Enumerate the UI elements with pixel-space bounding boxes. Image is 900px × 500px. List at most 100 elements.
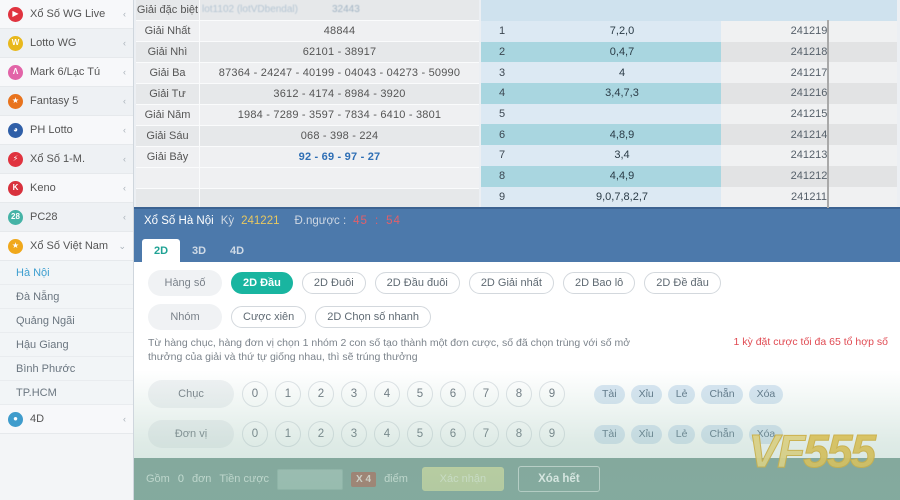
rules-description: Từ hàng chục, hàng đơn vị chọn 1 nhóm 2 …	[148, 336, 888, 370]
picker-action-0-4[interactable]: Xóa	[748, 384, 784, 404]
dimension-tab-2d[interactable]: 2D	[142, 239, 180, 262]
picker-ball-0-7[interactable]: 7	[473, 381, 499, 407]
picker-ball-1-6[interactable]: 6	[440, 421, 466, 447]
bet-type-button-row2-1[interactable]: 2D Chọn số nhanh	[315, 306, 431, 328]
draw-period: 241215	[721, 103, 897, 125]
draw-row: 3 4 241217	[481, 62, 897, 84]
recent-draws-table: 1 7,2,0 241219 2 0,4,7 241218 3 4 241217 4 3,4,7,3…	[481, 0, 897, 207]
dimension-tab-3d[interactable]: 3D	[180, 239, 218, 262]
picker-ball-1-3[interactable]: 3	[341, 421, 367, 447]
overlay-ticket-text: lot1102 (lotVDbendal)	[202, 4, 298, 15]
bet-type-button-row1-3[interactable]: 2D Giải nhất	[468, 272, 554, 294]
picker-ball-0-4[interactable]: 4	[374, 381, 400, 407]
sidebar-item-label: PC28	[30, 211, 58, 223]
bet-type-button-row1-0[interactable]: 2D Đầu	[231, 272, 293, 294]
sidebar-subitem-0[interactable]: Hà Nội	[0, 261, 133, 285]
sidebar-item-6[interactable]: K Keno ‹	[0, 174, 133, 203]
draw-period: 241214	[721, 124, 897, 146]
sidebar-item-label: Xổ Số WG Live	[30, 8, 106, 20]
period-label: Kỳ	[220, 215, 235, 227]
picker-ball-0-8[interactable]: 8	[506, 381, 532, 407]
picker-action-1-0[interactable]: Tài	[594, 424, 625, 444]
chevron-icon: ‹	[123, 154, 126, 164]
sidebar-item-7[interactable]: 28 PC28 ‹	[0, 203, 133, 232]
bet-type-button-row1-4[interactable]: 2D Bao lô	[562, 272, 636, 294]
picker-ball-1-9[interactable]: 9	[539, 421, 565, 447]
draw-digits	[523, 103, 721, 125]
sidebar-item-4d[interactable]: ● 4D ‹	[0, 405, 133, 434]
draw-digits: 4,4,9	[523, 165, 721, 187]
confirm-button[interactable]: Xác nhận	[421, 467, 504, 491]
bet-count-value: 0	[177, 473, 184, 485]
picker-action-0-3[interactable]: Chẵn	[701, 384, 743, 404]
sidebar-item-2[interactable]: Λ Mark 6/Lạc Tú ‹	[0, 58, 133, 87]
picker-action-0-0[interactable]: Tài	[594, 384, 625, 404]
draw-row: 6 4,8,9 241214	[481, 124, 897, 146]
picker-ball-1-2[interactable]: 2	[308, 421, 334, 447]
sidebar-item-4[interactable]: ◕ PH Lotto ‹	[0, 116, 133, 145]
star-icon: ★	[8, 93, 23, 109]
results-section: Giải đặc biệt Giải Nhất 48844 Giải Nhì 62101…	[134, 0, 900, 210]
dimension-tab-4d[interactable]: 4D	[218, 239, 256, 262]
bet-type-button-row2-0[interactable]: Cược xiên	[231, 306, 307, 328]
draw-index: 4	[481, 83, 523, 104]
picker-action-1-1[interactable]: Xỉu	[630, 424, 662, 444]
prize-row: Giải đặc biệt	[136, 0, 479, 21]
sidebar-item-1[interactable]: W Lotto WG ‹	[0, 29, 133, 58]
sidebar-subitem-5[interactable]: TP.HCM	[0, 381, 133, 405]
picker-action-0-1[interactable]: Xỉu	[630, 384, 662, 404]
sidebar-subitem-2[interactable]: Quảng Ngãi	[0, 309, 133, 333]
prize-value-empty	[200, 168, 479, 188]
bet-amount-input[interactable]	[277, 468, 344, 490]
prize-row: Giải Nhất 48844	[136, 21, 479, 42]
picker-ball-0-1[interactable]: 1	[275, 381, 301, 407]
prize-table: Giải đặc biệt Giải Nhất 48844 Giải Nhì 62101…	[136, 0, 479, 210]
bet-type-button-row1-5[interactable]: 2D Đề đầu	[644, 272, 721, 294]
picker-ball-1-5[interactable]: 5	[407, 421, 433, 447]
sidebar-item-0[interactable]: ▶ Xổ Số WG Live ‹	[0, 0, 133, 29]
picker-action-1-3[interactable]: Chẵn	[701, 424, 743, 444]
prize-row: Giải Sáu 068 - 398 - 224	[136, 126, 479, 147]
picker-ball-0-2[interactable]: 2	[308, 381, 334, 407]
countdown-minutes: 45	[353, 215, 368, 227]
picker-action-0-2[interactable]: Lẻ	[667, 384, 696, 404]
picker-ball-0-6[interactable]: 6	[440, 381, 466, 407]
picker-ball-1-4[interactable]: 4	[374, 421, 400, 447]
draw-period: 241212	[721, 165, 897, 187]
prize-name: Giải Năm	[136, 105, 200, 125]
clear-all-button[interactable]: Xóa hết	[517, 466, 600, 492]
prize-name: Giải Sáu	[136, 126, 200, 146]
sidebar-item-5[interactable]: ⚡ Xổ Số 1-M. ‹	[0, 145, 133, 174]
k-circle-icon: K	[8, 180, 23, 196]
picker-ball-1-1[interactable]: 1	[275, 421, 301, 447]
picker-ball-0-5[interactable]: 5	[407, 381, 433, 407]
sidebar-item-label: PH Lotto	[30, 124, 73, 136]
points-label: điểm	[384, 473, 408, 485]
picker-row-label: Chục	[148, 380, 234, 408]
sidebar-subitem-4[interactable]: Bình Phước	[0, 357, 133, 381]
bet-amount-label: Tiền cược	[219, 473, 270, 485]
picker-action-1-2[interactable]: Lẻ	[667, 424, 696, 444]
picker-action-1-4[interactable]: Xóa	[748, 424, 784, 444]
sidebar-subitem-label: Hà Nội	[16, 266, 50, 279]
draw-index: 6	[481, 124, 523, 146]
picker-ball-1-7[interactable]: 7	[473, 421, 499, 447]
draw-row: 8 4,4,9 241212	[481, 165, 897, 187]
sidebar-subitem-3[interactable]: Hậu Giang	[0, 333, 133, 357]
picker-ball-0-0[interactable]: 0	[242, 381, 268, 407]
sidebar-item-3[interactable]: ★ Fantasy 5 ‹	[0, 87, 133, 116]
picker-ball-1-0[interactable]: 0	[242, 421, 268, 447]
prize-name: Giải Nhì	[136, 42, 200, 62]
bet-type-button-row1-2[interactable]: 2D Đầu đuôi	[374, 272, 460, 294]
bolt-icon: ⚡	[8, 151, 23, 167]
picker-ball-0-9[interactable]: 9	[539, 381, 565, 407]
picker-ball-0-3[interactable]: 3	[341, 381, 367, 407]
multiplier-badge[interactable]: X 4	[351, 471, 377, 487]
bet-type-button-row1-1[interactable]: 2D Đuôi	[301, 272, 366, 294]
draw-index: 7	[481, 145, 523, 166]
sidebar-item-8[interactable]: ★ Xổ Số Việt Nam ⌄	[0, 232, 133, 261]
sidebar-subitem-1[interactable]: Đà Nẵng	[0, 285, 133, 309]
prize-row: Giải Tư 3612 - 4174 - 8984 - 3920	[136, 84, 479, 105]
picker-ball-1-8[interactable]: 8	[506, 421, 532, 447]
prize-name-empty	[136, 189, 200, 209]
